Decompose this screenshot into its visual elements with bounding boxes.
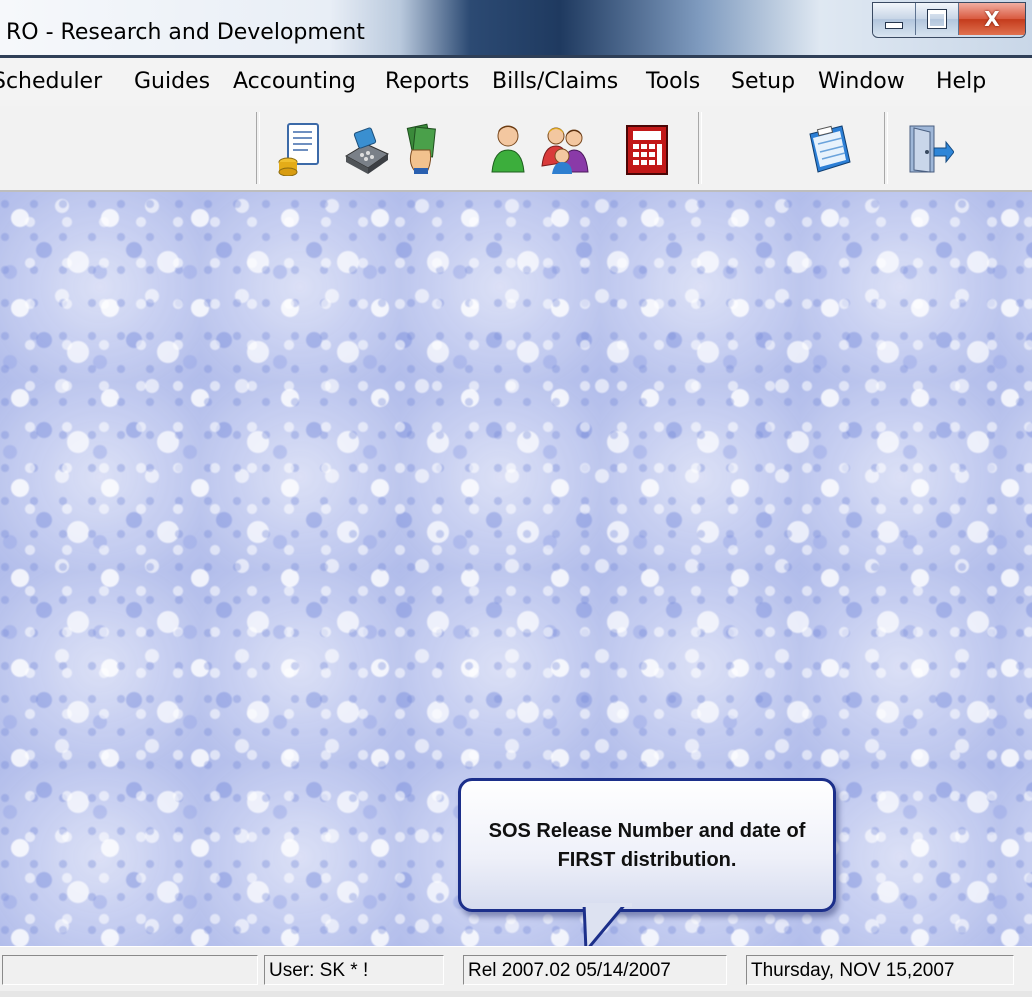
person-icon[interactable] — [486, 122, 536, 176]
people-group-icon[interactable] — [540, 122, 590, 176]
calculator-icon[interactable] — [622, 122, 672, 176]
callout-pointer — [582, 903, 632, 951]
menu-window[interactable]: Window — [818, 69, 905, 94]
menu-bar: Scheduler Guides Accounting Reports Bill… — [0, 58, 1032, 107]
callout-box: SOS Release Number and date of FIRST dis… — [458, 778, 836, 912]
toolbar-separator — [698, 112, 702, 184]
exit-door-icon[interactable] — [904, 122, 955, 176]
callout-text: SOS Release Number and date of FIRST dis… — [488, 820, 806, 871]
minimize-icon — [885, 21, 903, 29]
menu-help[interactable]: Help — [936, 69, 986, 94]
status-date: Thursday, NOV 15,2007 — [746, 955, 1014, 985]
menu-scheduler[interactable]: Scheduler — [0, 69, 102, 94]
document-database-icon[interactable] — [276, 122, 326, 177]
maximize-icon — [928, 10, 946, 28]
maximize-button[interactable] — [916, 3, 959, 35]
status-bottom-edge — [0, 991, 1032, 997]
toolbar-separator — [256, 112, 260, 184]
money-hand-icon[interactable] — [396, 122, 446, 176]
calendar-icon[interactable] — [804, 122, 854, 176]
status-release: Rel 2007.02 05/14/2007 — [463, 955, 727, 985]
menu-bills-claims[interactable]: Bills/Claims — [492, 69, 618, 94]
cash-register-icon[interactable] — [342, 122, 392, 176]
title-bar[interactable]: RO - Research and Development X — [0, 0, 1032, 58]
minimize-button[interactable] — [873, 3, 916, 35]
toolbar — [0, 106, 1032, 192]
toolbar-separator — [884, 112, 888, 184]
menu-accounting[interactable]: Accounting — [233, 69, 356, 94]
close-icon: X — [984, 7, 1000, 31]
window-controls: X — [872, 2, 1026, 38]
menu-reports[interactable]: Reports — [385, 69, 469, 94]
menu-setup[interactable]: Setup — [731, 69, 795, 94]
menu-guides[interactable]: Guides — [134, 69, 210, 94]
status-bar: User: SK * ! Rel 2007.02 05/14/2007 Thur… — [0, 946, 1032, 997]
status-user: User: SK * ! — [264, 955, 444, 985]
close-button[interactable]: X — [959, 3, 1025, 35]
status-panel-message — [2, 955, 258, 985]
menu-tools[interactable]: Tools — [646, 69, 700, 94]
window-title: RO - Research and Development — [6, 20, 365, 45]
